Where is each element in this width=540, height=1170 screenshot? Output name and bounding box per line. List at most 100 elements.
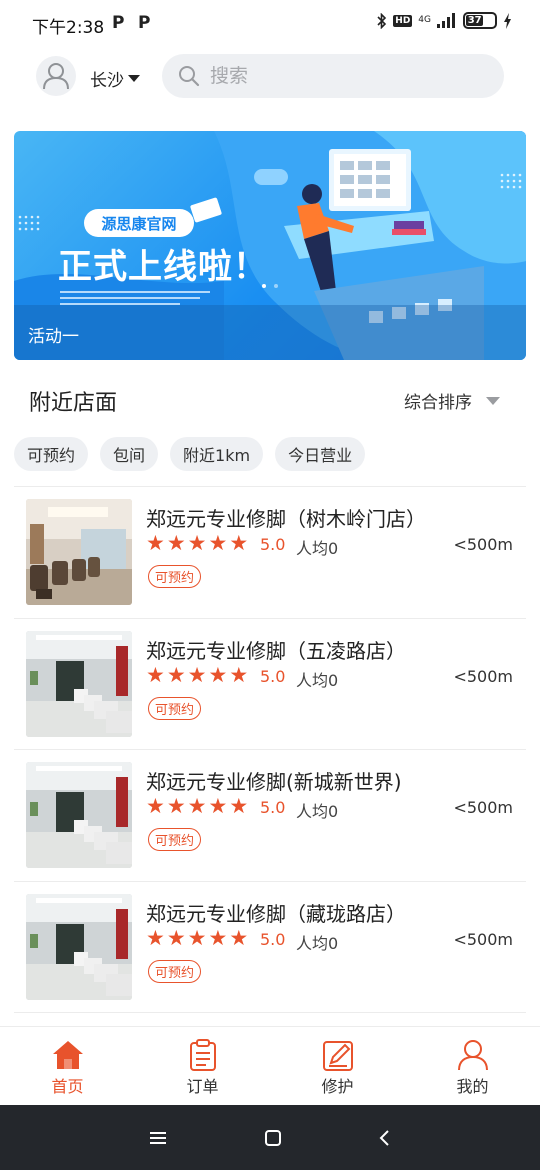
sort-dropdown[interactable]: 综合排序 <box>404 388 500 413</box>
notification-p-icon: P <box>138 13 151 33</box>
rating-value: 5.0 <box>260 535 286 554</box>
star-icon: ★ <box>166 531 186 555</box>
tab-label: 修护 <box>321 1077 354 1096</box>
banner-caption: 活动一 <box>28 327 79 347</box>
shop-photo <box>26 630 132 737</box>
bookable-tag: 可预约 <box>148 959 202 983</box>
filter-chip-nearby-1km[interactable]: 附近1km <box>170 437 264 471</box>
star-icon: ★ <box>146 662 165 687</box>
rating-value: 5.0 <box>260 929 286 949</box>
battery-icon: 37 <box>463 12 497 29</box>
search-bar[interactable] <box>162 54 504 98</box>
average-price: 人均0 <box>296 670 339 690</box>
search-input[interactable] <box>210 65 470 87</box>
star-icon: ★ <box>187 662 207 687</box>
star-rating: ★ ★ ★ ★ ★ <box>146 531 248 555</box>
distance: <500m <box>453 535 513 554</box>
user-avatar-icon <box>43 63 69 90</box>
sort-label: 综合排序 <box>404 393 472 413</box>
star-icon: ★ <box>187 925 207 950</box>
shop-name: 郑远元专业修脚（树木岭门店） <box>146 507 426 531</box>
banner-brand-chip: 源思康官网 <box>84 209 194 237</box>
shop-name: 郑远元专业修脚（藏珑路店） <box>146 901 406 926</box>
distance: <500m <box>453 929 513 949</box>
menu-icon[interactable] <box>148 1130 168 1146</box>
star-icon: ★ <box>166 794 186 818</box>
star-icon: ★ <box>229 662 249 687</box>
back-icon[interactable] <box>378 1129 392 1147</box>
banner-headline: 正式上线啦！ <box>58 247 268 287</box>
filter-chips: 可预约 包间 附近1km 今日营业 <box>14 437 366 471</box>
shop-photo <box>26 893 132 1000</box>
shop-list-item[interactable]: 郑远元专业修脚（树木岭门店） ★ ★ ★ ★ ★ 5.0 人均0 <500m 可预约 <box>14 486 526 618</box>
star-icon: ★ <box>146 925 165 950</box>
status-icons: HD 4G 37 <box>376 12 512 29</box>
shop-list-item[interactable]: 郑远元专业修脚(新城新世界) ★ ★ ★ ★ ★ 5.0 人均0 <500m 可预约 <box>14 749 526 881</box>
bluetooth-icon <box>377 12 387 29</box>
top-header: 长沙 <box>0 50 540 106</box>
promo-banner[interactable]: 源思康官网 正式上线啦！ 活动一 <box>14 131 526 360</box>
system-navigation-bar <box>0 1105 540 1170</box>
average-price: 人均0 <box>296 802 339 821</box>
star-icon: ★ <box>208 531 228 555</box>
tab-profile[interactable]: 我的 <box>405 1027 540 1105</box>
avatar[interactable] <box>36 56 76 96</box>
notification-p-icon: P <box>112 13 125 33</box>
average-price: 人均0 <box>296 933 339 953</box>
star-icon: ★ <box>229 531 249 555</box>
tab-orders[interactable]: 订单 <box>135 1027 270 1105</box>
home-icon <box>52 1041 83 1069</box>
banner-caption-bar: 活动一 <box>14 305 526 360</box>
star-icon: ★ <box>229 794 249 818</box>
signal-icon <box>437 13 455 28</box>
filter-chip-private-room[interactable]: 包间 <box>100 437 159 471</box>
star-icon: ★ <box>187 794 207 818</box>
status-time: 下午2:38 <box>32 18 105 38</box>
star-icon: ★ <box>208 662 228 687</box>
battery-level: 37 <box>466 15 484 26</box>
average-price: 人均0 <box>296 539 339 558</box>
star-icon: ★ <box>187 531 207 555</box>
star-icon: ★ <box>146 794 165 818</box>
hd-badge: HD <box>393 14 413 27</box>
search-icon <box>179 66 200 87</box>
city-selector[interactable]: 长沙 <box>90 66 140 91</box>
person-icon <box>457 1040 488 1071</box>
bookable-tag: 可预约 <box>148 565 202 588</box>
shop-name: 郑远元专业修脚(新城新世界) <box>146 770 402 794</box>
tab-repair[interactable]: 修护 <box>270 1027 405 1105</box>
shop-list-item[interactable]: 郑远元专业修脚（藏珑路店） ★ ★ ★ ★ ★ 5.0 人均0 <500m 可预约 <box>14 880 526 1013</box>
distance: <500m <box>453 798 513 817</box>
filter-chip-open-today[interactable]: 今日营业 <box>275 437 366 471</box>
shop-list: 郑远元专业修脚（树木岭门店） ★ ★ ★ ★ ★ 5.0 人均0 <500m 可预约 <box>14 486 526 1026</box>
chevron-down-icon <box>486 396 500 405</box>
star-rating: ★ ★ ★ ★ ★ <box>146 926 248 950</box>
rating-value: 5.0 <box>260 666 286 686</box>
star-icon: ★ <box>166 662 186 687</box>
bookable-tag: 可预约 <box>148 828 202 851</box>
shop-list-item[interactable]: 郑远元专业修脚（五凌路店） ★ ★ ★ ★ ★ 5.0 人均0 <500m 可预约 <box>14 617 526 750</box>
shop-list-item-partial <box>14 1012 526 1026</box>
tab-home[interactable]: 首页 <box>0 1027 135 1105</box>
bottom-tab-bar: 首页 订单 修护 我的 <box>0 1026 540 1105</box>
tab-label: 订单 <box>186 1077 219 1096</box>
star-rating: ★ ★ ★ ★ ★ <box>146 663 248 687</box>
rating-value: 5.0 <box>260 798 286 817</box>
shop-name: 郑远元专业修脚（五凌路店） <box>146 638 406 663</box>
bookable-tag: 可预约 <box>148 696 202 720</box>
home-button-icon[interactable] <box>264 1129 282 1147</box>
filter-chip-bookable[interactable]: 可预约 <box>14 437 89 471</box>
city-label: 长沙 <box>90 71 124 91</box>
shop-photo <box>26 499 132 605</box>
distance: <500m <box>453 666 513 686</box>
charging-icon <box>504 12 511 29</box>
tab-label: 首页 <box>51 1077 84 1096</box>
network-type: 4G <box>418 15 431 25</box>
section-title: 附近店面 <box>29 391 118 416</box>
shop-photo <box>26 762 132 868</box>
edit-icon <box>322 1041 353 1071</box>
status-bar: 下午2:38 P P HD 4G 37 <box>0 0 540 48</box>
star-icon: ★ <box>166 925 186 950</box>
tab-label: 我的 <box>456 1077 489 1096</box>
clipboard-icon <box>189 1039 216 1071</box>
